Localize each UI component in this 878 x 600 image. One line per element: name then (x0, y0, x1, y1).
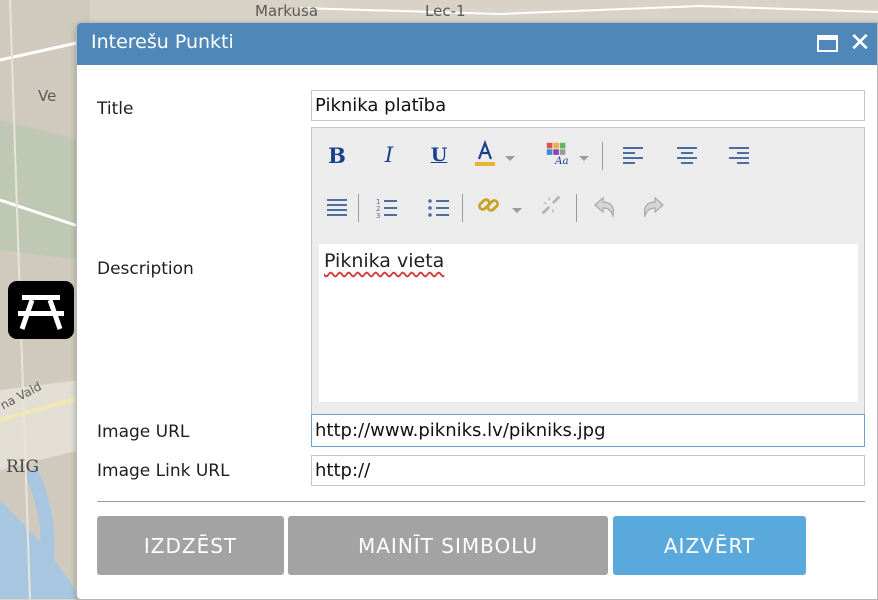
highlight-color-icon: Aa (546, 142, 569, 167)
description-text: Piknika vieta (324, 250, 445, 272)
unlink-icon (541, 195, 561, 215)
footer-divider (97, 501, 865, 502)
highlight-dropdown-icon[interactable] (579, 156, 589, 161)
italic-button[interactable]: I (376, 142, 402, 168)
align-right-button[interactable] (726, 142, 752, 168)
bullet-list-icon (428, 199, 449, 217)
image-url-label: Image URL (97, 422, 190, 442)
svg-text:Aa: Aa (554, 156, 568, 167)
font-color-icon (475, 139, 495, 166)
popup-title: Interešu Punkti (91, 31, 234, 53)
align-center-button[interactable] (674, 142, 700, 168)
bold-button[interactable]: B (324, 142, 350, 168)
undo-icon (594, 196, 615, 219)
map-label: Lec-1 (425, 2, 466, 20)
image-link-url-input[interactable] (311, 455, 865, 486)
poi-popup: Interešu Punkti ✕ Title Description B I … (76, 22, 878, 600)
popup-titlebar[interactable]: Interešu Punkti ✕ (77, 23, 877, 65)
map-label: Ve (38, 87, 57, 105)
bullet-list-button[interactable] (426, 194, 452, 220)
map-label: Markusa (255, 2, 319, 20)
picnic-marker[interactable] (8, 281, 74, 339)
font-color-dropdown-icon[interactable] (505, 156, 515, 161)
change-symbol-button[interactable]: MAINĪT SIMBOLU (288, 516, 608, 575)
maximize-icon (817, 35, 838, 52)
toolbar-separator (576, 194, 577, 222)
picnic-table-icon (18, 295, 64, 330)
align-left-icon (623, 147, 643, 164)
toolbar-separator (462, 194, 463, 222)
svg-text:3: 3 (376, 212, 380, 218)
link-dropdown-icon[interactable] (512, 208, 522, 213)
highlight-color-button[interactable]: Aa (544, 140, 570, 167)
map-label: RIG (6, 457, 40, 477)
align-left-button[interactable] (620, 142, 646, 168)
link-icon (478, 198, 499, 212)
description-label: Description (97, 259, 194, 279)
numbered-list-button[interactable]: 1 2 3 (374, 194, 400, 220)
title-label: Title (97, 99, 134, 119)
insert-link-button[interactable] (476, 192, 502, 218)
toolbar-separator (358, 194, 359, 222)
underline-button[interactable]: U (426, 142, 452, 168)
align-justify-icon (327, 199, 347, 216)
image-link-url-label: Image Link URL (97, 461, 230, 481)
close-button[interactable]: AIZVĒRT (613, 516, 806, 575)
delete-button[interactable]: IZDZĒST (97, 516, 284, 575)
undo-button[interactable] (592, 194, 618, 220)
unlink-button[interactable] (538, 192, 564, 218)
numbered-list-icon: 1 2 3 (376, 198, 397, 218)
redo-icon (643, 196, 664, 219)
description-editor: B I U Aa 1 2 3 Piknika vieta (311, 127, 865, 425)
description-textarea[interactable]: Piknika vieta (319, 244, 858, 402)
toolbar-separator (602, 142, 603, 170)
close-icon[interactable]: ✕ (845, 26, 875, 60)
font-color-button[interactable] (472, 139, 498, 166)
align-right-icon (729, 147, 749, 164)
maximize-button[interactable] (815, 32, 841, 56)
image-url-input[interactable] (311, 414, 865, 447)
justify-button[interactable] (324, 194, 350, 220)
title-input[interactable] (311, 90, 865, 121)
redo-button[interactable] (640, 194, 666, 220)
align-center-icon (677, 147, 697, 164)
